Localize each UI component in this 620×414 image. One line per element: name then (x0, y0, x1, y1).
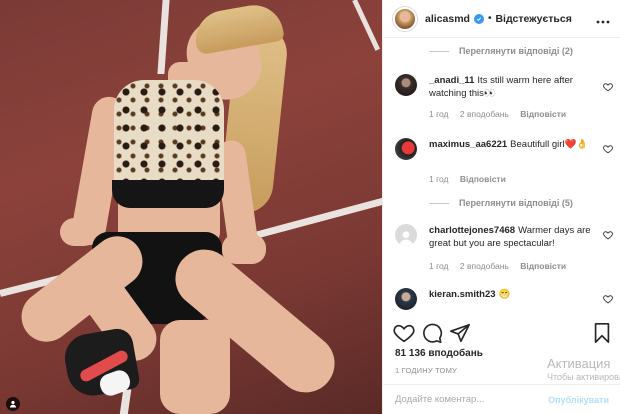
reply-button[interactable]: Відповісти (520, 261, 566, 271)
comment-username[interactable]: kieran.smith23 (429, 289, 496, 300)
avatar[interactable] (395, 74, 417, 96)
comment-content: Beautifull girl❤️👌 (510, 139, 589, 150)
watermark-subtitle: Чтобы активировать Windows, перейдите в … (547, 372, 620, 382)
comment-time: 1 год (429, 109, 449, 119)
comment-username[interactable]: _anadi_11 (429, 75, 474, 86)
list-item: kieran.smith23 😁 (395, 288, 613, 314)
comment-text: charlottejones7468 Warmer days are great … (429, 224, 593, 250)
add-comment-bar: Опублікувати (383, 384, 620, 414)
publish-button[interactable]: Опублікувати (548, 395, 609, 405)
comment-time: 1 год (429, 174, 449, 184)
watermark-title: Активация (547, 356, 611, 371)
replies-divider (429, 202, 449, 204)
post-author-username[interactable]: alicasmd (425, 13, 470, 25)
comment-text: _anadi_11 Its still warm here after watch… (429, 74, 593, 100)
tagged-user-icon[interactable] (6, 397, 20, 411)
replies-divider (429, 50, 449, 52)
reply-button[interactable]: Відповісти (520, 109, 566, 119)
comment-text: kieran.smith23 😁 (429, 288, 593, 301)
list-item: charlottejones7468 Warmer days are great … (395, 224, 613, 274)
comment-bubble-icon[interactable] (421, 322, 443, 344)
comment-meta: 1 год Відповісти (429, 174, 515, 184)
like-comment-heart-icon[interactable] (603, 144, 613, 154)
list-item: maximus_aa6221 Beautifull girl❤️👌 1 год В… (395, 138, 613, 188)
view-replies-label: Переглянути відповіді (5) (459, 198, 573, 208)
comment-meta: 1 год 2 вподобань Відповісти (429, 261, 575, 271)
share-paper-plane-icon[interactable] (449, 322, 471, 344)
likes-count[interactable]: 81 136 вподобань (395, 348, 483, 359)
comment-likes[interactable]: 2 вподобань (460, 109, 509, 119)
avatar[interactable] (395, 288, 417, 310)
view-replies-button[interactable]: Переглянути відповіді (5) (429, 198, 573, 208)
list-item: _anadi_11 Its still warm here after watch… (395, 74, 613, 126)
post-timestamp: 1 ГОДИНУ ТОМУ (395, 366, 457, 375)
comment-input[interactable] (395, 394, 535, 405)
view-replies-button[interactable]: Переглянути відповіді (2) (429, 46, 573, 56)
comment-username[interactable]: maximus_aa6221 (429, 139, 507, 150)
avatar[interactable] (395, 224, 417, 246)
like-comment-heart-icon[interactable] (603, 294, 613, 304)
bookmark-icon[interactable] (591, 322, 613, 344)
like-heart-icon[interactable] (393, 322, 415, 344)
post-header: alicasmd • Відстежується (383, 0, 620, 38)
post-details-panel: alicasmd • Відстежується Переглянути від… (382, 0, 620, 414)
reply-button[interactable]: Відповісти (460, 174, 506, 184)
comment-likes[interactable]: 2 вподобань (460, 261, 509, 271)
comment-text: maximus_aa6221 Beautifull girl❤️👌 (429, 138, 593, 151)
more-horizontal-icon[interactable] (596, 14, 610, 24)
view-replies-label: Переглянути відповіді (2) (459, 46, 573, 56)
post-photo[interactable] (0, 0, 382, 414)
comment-content: 😁 (498, 289, 511, 300)
comment-time: 1 год (429, 261, 449, 271)
comments-list: Переглянути відповіді (2) _anadi_11 Its s… (383, 38, 620, 314)
athlete-figure (0, 0, 382, 414)
verified-badge-icon (473, 13, 484, 24)
following-button[interactable]: Відстежується (495, 13, 571, 25)
like-comment-heart-icon[interactable] (603, 82, 613, 92)
avatar[interactable] (393, 6, 417, 31)
comment-username[interactable]: charlottejones7468 (429, 225, 515, 236)
like-comment-heart-icon[interactable] (603, 230, 613, 240)
comment-meta: 1 год 2 вподобань Відповісти (429, 109, 575, 119)
windows-activation-watermark: Активация Чтобы активировать Windows, пе… (547, 356, 620, 382)
header-separator: • (487, 13, 492, 24)
avatar[interactable] (395, 138, 417, 160)
post-actions-bar (383, 320, 620, 346)
